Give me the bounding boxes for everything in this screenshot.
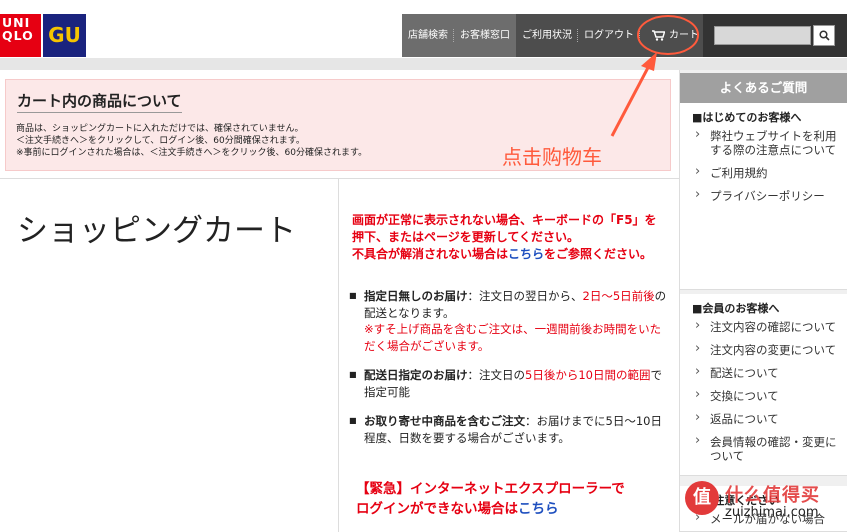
faq-section-members: ■会員のお客様へ 注文内容の確認について 注文内容の変更について 配送について … [680,294,847,476]
faq-section-first-time: ■はじめてのお客様へ 弊社ウェブサイトを利用する際の注意点について ご利用規約 … [680,103,847,290]
watermark: 值 什么值得买 zuizhimai.com [685,477,847,532]
list-item: お取り寄せ中商品を含むご注文：お届けまでに5日〜10日程度、日数を要する場合がご… [349,413,669,446]
faq-title: よくあるご質問 [680,73,847,103]
urgent-line: 【緊急】インターネットエクスプローラーで [356,481,625,497]
faq-link[interactable]: 交換について [680,388,847,403]
faq-section-title: ■はじめてのお客様へ [692,111,802,124]
display-warning: 画面が正常に表示されない場合、キーボードの「F5」を 押下、またはページを更新し… [352,212,667,263]
faq-link[interactable]: 注文内容の変更について [680,342,847,357]
faq-link[interactable]: 弊社ウェブサイトを利用する際の注意点について [680,128,847,157]
bullet-note: ※すそ上げ商品を含むご注文は、一週間前後お時間をいただく場合がございます。 [364,322,662,353]
faq-link[interactable]: プライバシーポリシー [680,188,847,203]
faq-link[interactable]: 注文内容の確認について [680,319,847,334]
watermark-badge-icon: 值 [685,481,719,515]
annotation-label: 点击购物车 [502,145,602,169]
urgent-notice: 【緊急】インターネットエクスプローラーで ログインができない場合はこちら [356,479,656,519]
urgent-line: ログインができない場合はこちら [356,501,559,517]
faq-link[interactable]: 会員情報の確認・変更について [680,434,847,463]
watermark-title: 什么值得买 [725,485,820,506]
warning-line: 画面が正常に表示されない場合、キーボードの「F5」を [352,213,657,227]
delivery-info-list: 指定日無しのお届け：注文日の翌日から、2日〜5日前後の配送となります。 ※すそ上… [349,288,669,459]
urgent-help-link[interactable]: こちら [518,501,559,517]
faq-link[interactable]: 返品について [680,411,847,426]
faq-link[interactable]: 配送について [680,365,847,380]
faq-sidebar: よくあるご質問 ■はじめてのお客様へ 弊社ウェブサイトを利用する際の注意点につい… [679,70,847,532]
column-divider [338,178,339,532]
watermark-url: zuizhimai.com [725,505,819,520]
help-link[interactable]: こちら [508,247,544,261]
warning-line: 押下、またはページを更新してください。 [352,230,580,244]
faq-link[interactable]: ご利用規約 [680,165,847,180]
warning-line: 不具合が解消されない場合はこちらをご参照ください。 [352,247,653,261]
page-title: ショッピングカート [17,213,296,249]
faq-section-title: ■会員のお客様へ [692,302,780,315]
content-divider [0,178,679,179]
list-item: 配送日指定のお届け：注文日の5日後から10日間の範囲で指定可能 [349,367,669,400]
list-item: 指定日無しのお届け：注文日の翌日から、2日〜5日前後の配送となります。 ※すそ上… [349,288,669,354]
